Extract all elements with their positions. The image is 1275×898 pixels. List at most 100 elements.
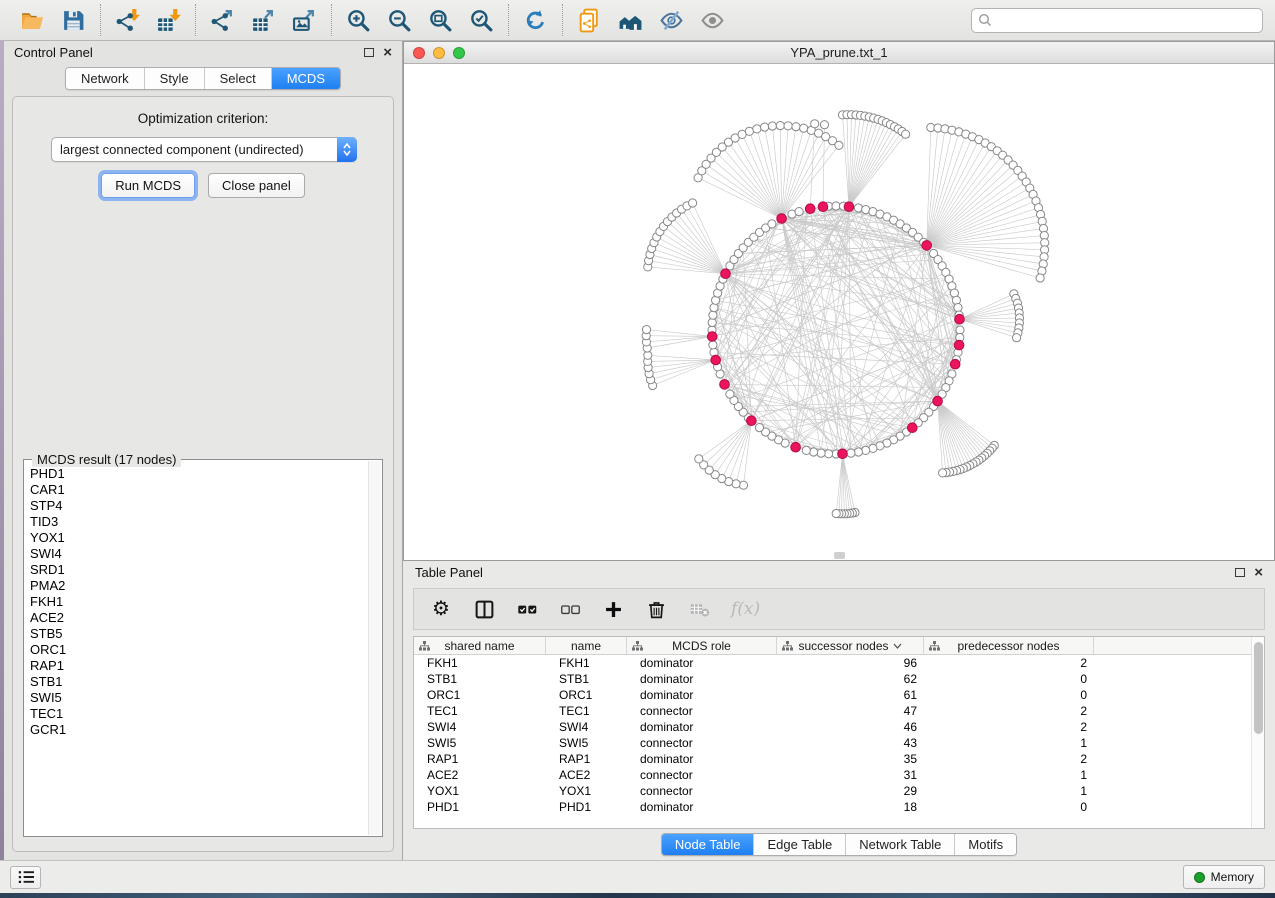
result-node-yox1[interactable]: YOX1 — [28, 530, 368, 546]
table-row[interactable]: FKH1FKH1dominator962 — [414, 655, 1264, 671]
refresh-layout-button[interactable] — [522, 7, 549, 34]
float-panel-icon[interactable] — [364, 48, 374, 57]
close-panel-icon[interactable]: × — [383, 48, 392, 58]
table-tabs: Node TableEdge TableNetwork TableMotifs — [661, 833, 1017, 856]
add-column-button[interactable] — [602, 597, 624, 621]
open-file-button[interactable] — [19, 7, 46, 34]
float-table-panel-icon[interactable] — [1235, 568, 1245, 577]
table-row[interactable]: SWI5SWI5connector431 — [414, 735, 1264, 751]
first-neighbors-button[interactable] — [617, 7, 644, 34]
export-network-button[interactable] — [209, 7, 236, 34]
network-window-titlebar[interactable]: YPA_prune.txt_1 — [404, 42, 1274, 64]
result-node-pma2[interactable]: PMA2 — [28, 578, 368, 594]
cell-shared-name: SWI4 — [414, 719, 546, 735]
cell-name: STB1 — [546, 671, 627, 687]
result-node-rap1[interactable]: RAP1 — [28, 658, 368, 674]
run-mcds-button[interactable]: Run MCDS — [101, 173, 195, 198]
close-table-panel-icon[interactable]: × — [1254, 568, 1263, 578]
table-row[interactable]: STB1STB1dominator620 — [414, 671, 1264, 687]
tab-select[interactable]: Select — [204, 68, 271, 89]
result-node-stp4[interactable]: STP4 — [28, 498, 368, 514]
desktop-wallpaper-sliver — [0, 893, 1275, 898]
window-close-traffic-light[interactable] — [413, 47, 425, 59]
result-node-fkh1[interactable]: FKH1 — [28, 594, 368, 610]
window-zoom-traffic-light[interactable] — [453, 47, 465, 59]
column-header-mcds-role[interactable]: MCDS role — [627, 637, 777, 654]
task-history-button[interactable] — [10, 866, 41, 889]
tab-node-table[interactable]: Node Table — [662, 834, 754, 855]
optimization-criterion-dropdown[interactable]: largest connected component (undirected) — [51, 137, 357, 162]
cell-successor-nodes: 35 — [777, 751, 924, 767]
result-node-car1[interactable]: CAR1 — [28, 482, 368, 498]
result-node-tid3[interactable]: TID3 — [28, 514, 368, 530]
columns-button[interactable] — [473, 597, 495, 621]
delete-column-button[interactable] — [645, 597, 667, 621]
close-panel-button[interactable]: Close panel — [208, 173, 305, 198]
column-header-shared-name[interactable]: shared name — [414, 637, 546, 654]
cell-name: TEC1 — [546, 703, 627, 719]
result-node-ace2[interactable]: ACE2 — [28, 610, 368, 626]
zoom-fit-button[interactable] — [427, 7, 454, 34]
network-hscroll-thumb[interactable] — [834, 552, 845, 559]
result-node-orc1[interactable]: ORC1 — [28, 642, 368, 658]
zoom-selected-button[interactable] — [468, 7, 495, 34]
table-row[interactable]: ORC1ORC1dominator610 — [414, 687, 1264, 703]
result-node-stb5[interactable]: STB5 — [28, 626, 368, 642]
attribute-type-icon — [929, 641, 940, 651]
hide-selected-button[interactable] — [658, 7, 685, 34]
table-vscrollbar-thumb[interactable] — [1254, 642, 1263, 734]
export-table-button[interactable] — [250, 7, 277, 34]
table-row[interactable]: TEC1TEC1connector472 — [414, 703, 1264, 719]
import-network-button[interactable] — [114, 7, 141, 34]
result-node-srd1[interactable]: SRD1 — [28, 562, 368, 578]
result-node-tec1[interactable]: TEC1 — [28, 706, 368, 722]
search-box[interactable] — [971, 8, 1263, 33]
tab-network-table[interactable]: Network Table — [845, 834, 954, 855]
table-row[interactable]: ACE2ACE2connector311 — [414, 767, 1264, 783]
new-network-from-selection-button[interactable] — [576, 7, 603, 34]
memory-button[interactable]: Memory — [1183, 865, 1265, 889]
import-table-button[interactable] — [155, 7, 182, 34]
export-image-button[interactable] — [291, 7, 318, 34]
table-row[interactable]: SWI4SWI4dominator462 — [414, 719, 1264, 735]
tab-network[interactable]: Network — [66, 68, 144, 89]
window-minimize-traffic-light[interactable] — [433, 47, 445, 59]
result-list-scrollbar[interactable] — [368, 461, 381, 835]
table-row[interactable]: RAP1RAP1dominator352 — [414, 751, 1264, 767]
cell-shared-name: ORC1 — [414, 687, 546, 703]
result-node-swi5[interactable]: SWI5 — [28, 690, 368, 706]
column-header-predecessor-nodes[interactable]: predecessor nodes — [924, 637, 1094, 654]
column-header-successor-nodes[interactable]: successor nodes — [777, 637, 924, 654]
table-vscrollbar[interactable] — [1251, 637, 1264, 828]
deselect-all-button[interactable] — [559, 597, 581, 621]
search-input[interactable] — [996, 13, 1256, 27]
result-node-swi4[interactable]: SWI4 — [28, 546, 368, 562]
show-all-button[interactable] — [699, 7, 726, 34]
tab-edge-table[interactable]: Edge Table — [753, 834, 845, 855]
save-session-button[interactable] — [60, 7, 87, 34]
table-row[interactable]: PHD1PHD1dominator180 — [414, 799, 1264, 815]
network-canvas[interactable] — [404, 64, 1274, 560]
network-window-title: YPA_prune.txt_1 — [790, 45, 887, 60]
result-node-gcr1[interactable]: GCR1 — [28, 722, 368, 738]
result-node-phd1[interactable]: PHD1 — [28, 466, 368, 482]
tab-motifs[interactable]: Motifs — [954, 834, 1016, 855]
cell-mcds-role: dominator — [627, 655, 777, 671]
select-all-button[interactable] — [516, 597, 538, 621]
tab-mcds[interactable]: MCDS — [271, 68, 340, 89]
save-session-icon — [61, 8, 86, 33]
result-node-stb1[interactable]: STB1 — [28, 674, 368, 690]
cell-name: ACE2 — [546, 767, 627, 783]
table-row[interactable]: YOX1YOX1connector291 — [414, 783, 1264, 799]
application-window: Control Panel × NetworkStyleSelectMCDS O… — [0, 0, 1275, 898]
right-column: YPA_prune.txt_1 Table Panel × ⚙f(x) — [403, 41, 1275, 860]
column-header-name[interactable]: name — [546, 637, 627, 654]
toolbar-group — [509, 0, 562, 40]
cell-mcds-role: dominator — [627, 799, 777, 815]
tab-style[interactable]: Style — [144, 68, 204, 89]
main-toolbar — [0, 0, 1275, 41]
control-panel-tabs: NetworkStyleSelectMCDS — [65, 67, 341, 90]
gear-button[interactable]: ⚙ — [430, 597, 452, 621]
zoom-out-button[interactable] — [386, 7, 413, 34]
zoom-in-button[interactable] — [345, 7, 372, 34]
